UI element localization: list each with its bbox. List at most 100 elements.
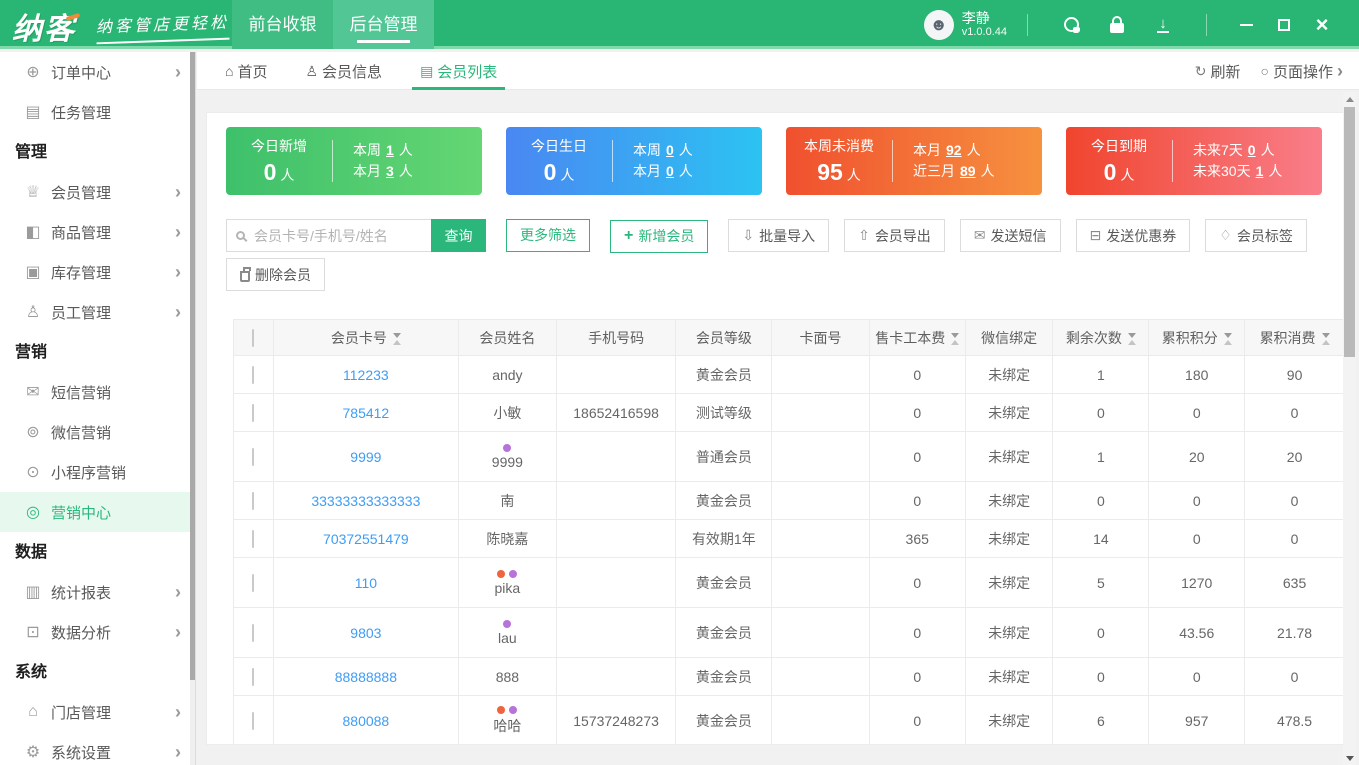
- row-checkbox[interactable]: [252, 624, 254, 642]
- main-scrollbar-thumb[interactable]: [1344, 107, 1355, 357]
- sidebar-item-门店管理[interactable]: ⌂门店管理›: [0, 692, 195, 732]
- stat-detail-value[interactable]: 92: [946, 142, 962, 158]
- plus-icon: +: [624, 227, 633, 245]
- table-row: 70372551479陈晓嘉有效期1年365未绑定1400: [234, 520, 1345, 558]
- download-icon[interactable]: ↓: [1152, 14, 1174, 36]
- scroll-up-icon[interactable]: [1343, 92, 1356, 106]
- sidebar-item-营销中心[interactable]: ◎营销中心: [0, 492, 195, 532]
- sort-icon[interactable]: [393, 333, 401, 345]
- column-label: 微信绑定: [981, 330, 1037, 346]
- sidebar-item-统计报表[interactable]: ▥统计报表›: [0, 572, 195, 612]
- total-points: 43.56: [1149, 608, 1245, 658]
- maximize-button[interactable]: [1265, 0, 1303, 49]
- stat-card: 今日新增0 人本周1人本月3人: [226, 127, 482, 195]
- sidebar-item-库存管理[interactable]: ▣库存管理›: [0, 252, 195, 292]
- row-checkbox[interactable]: [252, 530, 254, 548]
- tab-member-list[interactable]: ▤ 会员列表: [420, 52, 497, 90]
- member-card-link[interactable]: 110: [273, 558, 458, 608]
- sidebar-item-label: 商品管理: [51, 222, 175, 243]
- sort-icon[interactable]: [1128, 333, 1136, 345]
- member-card-link[interactable]: 33333333333333: [273, 482, 458, 520]
- stat-card-detail: 未来7天0人未来30天1人: [1173, 140, 1322, 182]
- row-checkbox[interactable]: [252, 448, 254, 466]
- sidebar-item-系统设置[interactable]: ⚙系统设置›: [0, 732, 195, 765]
- sidebar-item-员工管理[interactable]: ♙员工管理›: [0, 292, 195, 332]
- member-card-link[interactable]: 9999: [273, 432, 458, 482]
- member-level: 黄金会员: [676, 558, 772, 608]
- refresh-label: 刷新: [1211, 61, 1241, 82]
- sidebar-item-会员管理[interactable]: ♕会员管理›: [0, 172, 195, 212]
- topbar-right: ☻ 李静 v1.0.0.44 ↓ ×: [924, 0, 1341, 49]
- card-fee: 0: [869, 658, 965, 696]
- lock-icon[interactable]: [1106, 14, 1128, 36]
- row-checkbox[interactable]: [252, 492, 254, 510]
- sidebar-item-数据分析[interactable]: ⊡数据分析›: [0, 612, 195, 652]
- scroll-down-icon[interactable]: [1343, 751, 1356, 765]
- column-header: 会员卡号: [273, 320, 458, 356]
- sort-icon[interactable]: [951, 333, 959, 345]
- delete-member-button[interactable]: 删除会员: [226, 258, 325, 291]
- row-checkbox[interactable]: [252, 574, 254, 592]
- stat-detail-value[interactable]: 0: [1248, 142, 1256, 158]
- member-card-link[interactable]: 785412: [273, 394, 458, 432]
- 会员导出-button[interactable]: ⇧会员导出: [844, 219, 945, 252]
- minimize-button[interactable]: [1227, 0, 1265, 49]
- tab-front-cashier[interactable]: 前台收银: [232, 0, 333, 49]
- query-button[interactable]: 查询: [431, 219, 486, 252]
- tab-home[interactable]: ⌂ 首页: [225, 52, 267, 90]
- card-fee: 0: [869, 482, 965, 520]
- row-checkbox[interactable]: [252, 712, 254, 730]
- delete-label: 删除会员: [255, 265, 311, 285]
- card-face-no: [772, 356, 870, 394]
- stat-detail-value[interactable]: 0: [666, 163, 674, 179]
- member-card-link[interactable]: 70372551479: [273, 520, 458, 558]
- close-button[interactable]: ×: [1303, 0, 1341, 49]
- row-checkbox[interactable]: [252, 366, 254, 384]
- sidebar-item-微信营销[interactable]: ⊚微信营销: [0, 412, 195, 452]
- stat-card-title: 今日生日: [506, 136, 612, 156]
- avatar[interactable]: ☻: [924, 10, 954, 40]
- 发送短信-button[interactable]: ✉发送短信: [960, 219, 1061, 252]
- tab-member-info[interactable]: ♙ 会员信息: [305, 52, 382, 90]
- tab-label: 首页: [237, 61, 267, 82]
- 发送优惠券-button[interactable]: ⊟发送优惠券: [1076, 219, 1191, 252]
- 会员标签-button[interactable]: ♢会员标签: [1205, 219, 1307, 252]
- stat-detail-value[interactable]: 1: [1256, 163, 1264, 179]
- 批量导入-button[interactable]: ⇩批量导入: [728, 219, 829, 252]
- sidebar-item-商品管理[interactable]: ◧商品管理›: [0, 212, 195, 252]
- button-label: 发送优惠券: [1106, 226, 1176, 246]
- checkbox-cell: [234, 696, 274, 746]
- page-operations-button[interactable]: ○ 页面操作 ›: [1261, 61, 1343, 82]
- stat-detail-value[interactable]: 89: [960, 163, 976, 179]
- 更多筛选-button[interactable]: 更多筛选: [506, 219, 590, 252]
- row-checkbox[interactable]: [252, 404, 254, 422]
- select-all-checkbox[interactable]: [252, 329, 254, 347]
- sidebar-item-小程序营销[interactable]: ⊙小程序营销: [0, 452, 195, 492]
- row-checkbox[interactable]: [252, 668, 254, 686]
- sidebar-scrollbar-thumb[interactable]: [190, 52, 195, 680]
- member-card-link[interactable]: 112233: [273, 356, 458, 394]
- sidebar-item-短信营销[interactable]: ✉短信营销: [0, 372, 195, 412]
- sidebar-item-任务管理[interactable]: ▤任务管理: [0, 92, 195, 132]
- member-tags-dots: [463, 619, 552, 630]
- 新增会员-button[interactable]: +新增会员: [610, 220, 708, 253]
- tab-backend-admin[interactable]: 后台管理: [333, 0, 434, 49]
- stat-card-detail-row: 本月0人: [633, 161, 762, 182]
- sort-icon[interactable]: [1224, 333, 1232, 345]
- stat-detail-value[interactable]: 3: [386, 163, 394, 179]
- stat-card-number: 0: [1104, 159, 1117, 185]
- stat-detail-value[interactable]: 0: [666, 142, 674, 158]
- tab-label: 会员信息: [322, 61, 382, 82]
- column-header: 剩余次数: [1053, 320, 1149, 356]
- member-card-link[interactable]: 88888888: [273, 658, 458, 696]
- refresh-button[interactable]: ↻ 刷新: [1195, 61, 1241, 82]
- stat-detail-value[interactable]: 1: [386, 142, 394, 158]
- support-icon[interactable]: [1060, 14, 1082, 36]
- search-input[interactable]: [252, 227, 412, 245]
- member-card-link[interactable]: 880088: [273, 696, 458, 746]
- sidebar-item-订单中心[interactable]: ⊕订单中心›: [0, 52, 195, 92]
- sort-icon[interactable]: [1322, 333, 1330, 345]
- member-card-link[interactable]: 9803: [273, 608, 458, 658]
- miniprogram-icon: ⊙: [22, 462, 44, 482]
- tag-dot-purple: [509, 570, 517, 578]
